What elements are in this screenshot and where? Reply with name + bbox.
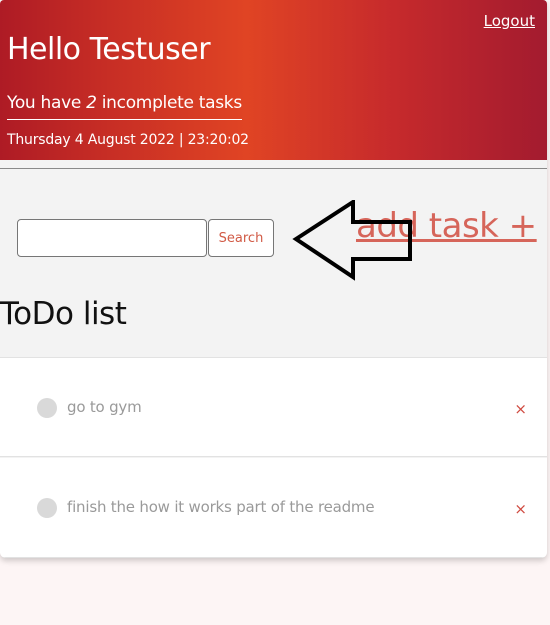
incomplete-prefix: You have (7, 93, 87, 113)
left-arrow-outline-icon (292, 200, 412, 281)
todo-list-title: ToDo list (0, 296, 127, 332)
delete-todo-icon[interactable]: × (514, 400, 527, 418)
todo-item-text: go to gym (67, 398, 142, 416)
greeting-heading: Hello Testuser (7, 32, 211, 67)
delete-todo-icon[interactable]: × (514, 500, 527, 518)
logout-link[interactable]: Logout (484, 12, 535, 30)
current-datetime: Thursday 4 August 2022 | 23:20:02 (7, 132, 249, 148)
todo-complete-toggle[interactable] (37, 498, 57, 518)
app-header: Logout Hello Testuser You have 2 incompl… (0, 0, 547, 160)
todo-item: go to gym × (0, 357, 547, 457)
search-button[interactable]: Search (208, 219, 274, 257)
todo-complete-toggle[interactable] (37, 398, 57, 418)
header-divider (0, 168, 547, 169)
incomplete-count: 2 (86, 93, 97, 113)
search-input[interactable] (17, 219, 207, 257)
incomplete-tasks-summary: You have 2 incomplete tasks (7, 93, 242, 120)
todo-item-text: finish the how it works part of the read… (67, 498, 375, 516)
todo-app: Logout Hello Testuser You have 2 incompl… (0, 0, 547, 558)
incomplete-suffix: incomplete tasks (96, 93, 242, 113)
todo-item: finish the how it works part of the read… (0, 458, 547, 558)
